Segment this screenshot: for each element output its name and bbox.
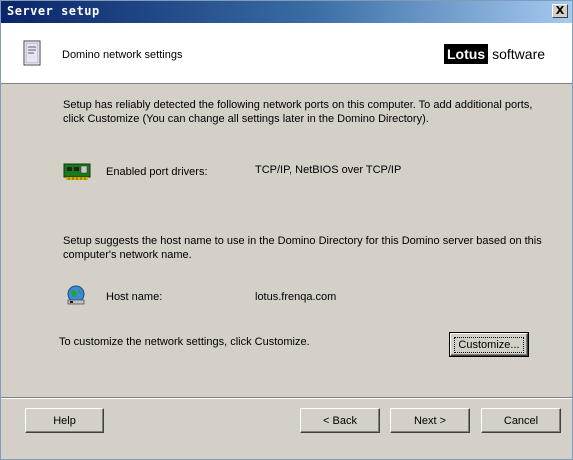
globe-computer-icon xyxy=(67,285,85,305)
title-bar[interactable]: Server setup X xyxy=(1,1,572,23)
back-button-label: < Back xyxy=(323,414,357,427)
cancel-button-label: Cancel xyxy=(503,414,539,427)
setup-dialog: Server setup X Domino network settings L… xyxy=(0,0,573,460)
document-icon xyxy=(23,40,41,66)
logo-text: software xyxy=(492,46,546,62)
port-drivers-value: TCP/IP, NetBIOS over TCP/IP xyxy=(255,164,402,176)
cancel-button[interactable]: Cancel xyxy=(481,408,561,433)
host-name-value: lotus.frenqa.com xyxy=(255,291,337,303)
host-intro-text: Setup suggests the host name to use in t… xyxy=(63,235,542,261)
help-button[interactable]: Help xyxy=(25,408,104,433)
host-name-label: Host name: xyxy=(106,291,163,303)
help-button-label: Help xyxy=(53,414,76,427)
dialog-header: Domino network settings Lotus software xyxy=(1,23,572,84)
back-button[interactable]: < Back xyxy=(300,408,380,433)
port-drivers-label: Enabled port drivers: xyxy=(106,166,208,178)
logo-box: Lotus xyxy=(444,44,489,64)
footer-divider xyxy=(1,397,572,399)
close-button[interactable]: X xyxy=(552,4,568,18)
window-title: Server setup xyxy=(7,4,100,18)
next-button[interactable]: Next > xyxy=(390,408,470,433)
next-button-label: Next > xyxy=(413,414,447,427)
close-icon: X xyxy=(555,4,565,17)
network-card-icon xyxy=(63,163,91,180)
customize-button-label: Customize... xyxy=(454,336,524,353)
customize-button[interactable]: Customize... xyxy=(449,332,529,357)
page-title: Domino network settings xyxy=(62,49,183,61)
ports-intro-text: Setup has reliably detected the followin… xyxy=(63,99,533,125)
lotus-logo: Lotus software xyxy=(444,43,545,65)
dialog-content: Setup has reliably detected the followin… xyxy=(1,85,572,395)
